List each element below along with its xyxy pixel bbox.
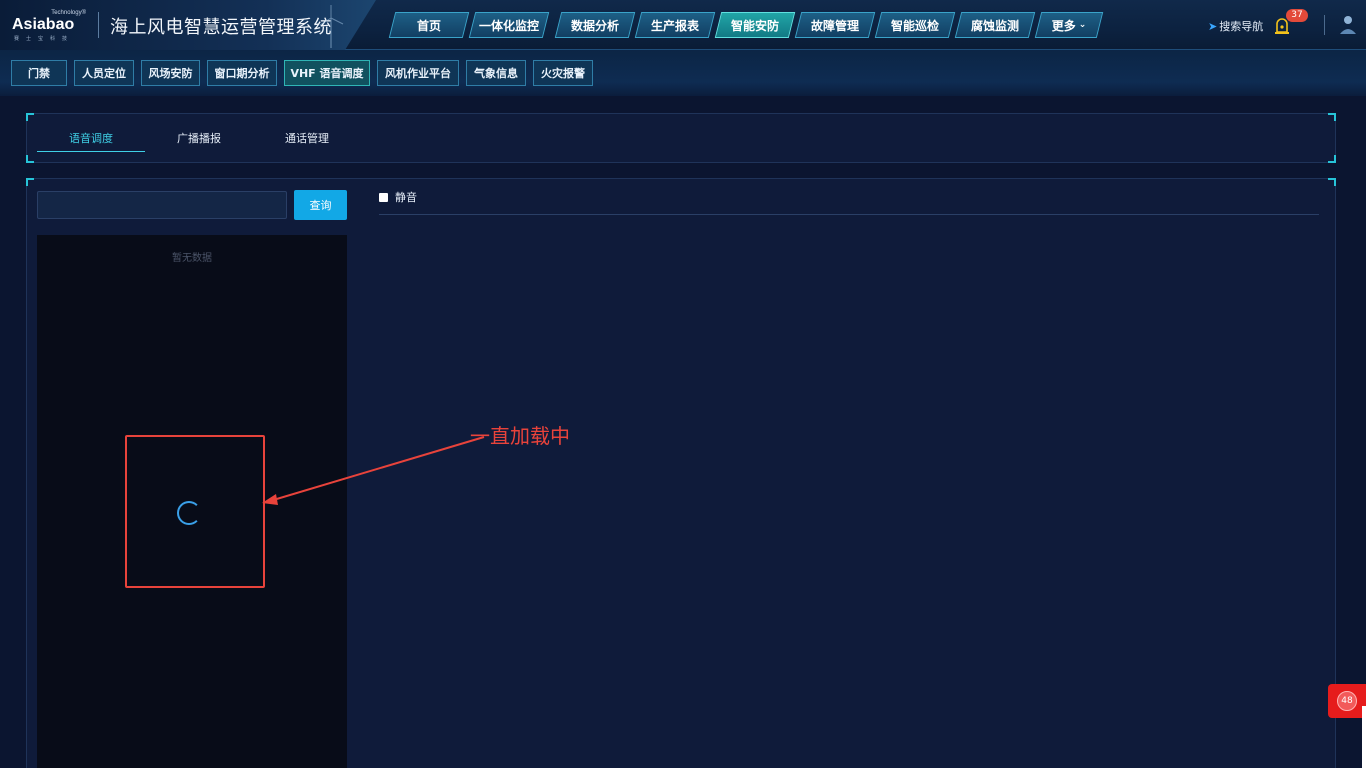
tab-call-management[interactable]: 通话管理 (253, 130, 361, 152)
corner-decoration (26, 178, 34, 186)
corner-decoration (1328, 178, 1336, 186)
company-logo[interactable]: Technology® Asiabao 赛士宝科技 (12, 10, 92, 42)
user-menu-icon[interactable] (1338, 14, 1358, 36)
corner-decoration (1328, 155, 1336, 163)
corner-decoration (26, 113, 34, 121)
search-input[interactable] (37, 191, 287, 219)
corner-decoration (1328, 113, 1336, 121)
wind-turbine-icon (319, 5, 344, 48)
nav-fault-management[interactable]: 故障管理 (798, 12, 872, 38)
empty-state-text: 暂无数据 (172, 253, 212, 264)
subnav-weather-info[interactable]: 气象信息 (466, 60, 526, 86)
mute-row: 静音 (379, 189, 1319, 215)
nav-more[interactable]: 更多 ⌄ (1038, 12, 1100, 38)
subnav-vhf-voice-dispatch[interactable]: VHF 语音调度 (284, 60, 370, 86)
logo-sub-text: 赛士宝科技 (14, 36, 75, 42)
search-navigation-link[interactable]: ➤ 搜索导航 (1208, 18, 1263, 34)
subnav-turbine-work-platform[interactable]: 风机作业平台 (377, 60, 459, 86)
header-separator (1324, 15, 1325, 35)
annotation-text: 一直加载中 (470, 424, 570, 448)
subnav-personnel-positioning[interactable]: 人员定位 (74, 60, 134, 86)
corner-decoration (26, 155, 34, 163)
query-button[interactable]: 查询 (294, 190, 347, 220)
nav-smart-security[interactable]: 智能安防 (718, 12, 792, 38)
subnav-access-control[interactable]: 门禁 (11, 60, 67, 86)
nav-production-report[interactable]: 生产报表 (638, 12, 712, 38)
nav-data-analysis[interactable]: 数据分析 (558, 12, 632, 38)
alarm-count-badge: 37 (1286, 9, 1308, 22)
tab-panel: 语音调度 广播播报 通话管理 (26, 113, 1336, 163)
chevron-down-icon: ⌄ (1078, 20, 1087, 30)
nav-home[interactable]: 首页 (392, 12, 466, 38)
system-title: 海上风电智慧运营管理系统 (110, 17, 332, 38)
subnav-fire-alarm[interactable]: 火灾报警 (533, 60, 593, 86)
tab-broadcast[interactable]: 广播播报 (145, 130, 253, 152)
annotation-highlight-box (125, 435, 265, 588)
sub-navigation: 门禁 人员定位 风场安防 窗口期分析 VHF 语音调度 风机作业平台 气象信息 … (0, 50, 1366, 96)
subnav-wind-farm-security[interactable]: 风场安防 (141, 60, 200, 86)
top-header: Technology® Asiabao 赛士宝科技 海上风电智慧运营管理系统 首… (0, 0, 1366, 50)
subnav-window-period-analysis[interactable]: 窗口期分析 (207, 60, 277, 86)
tab-voice-dispatch[interactable]: 语音调度 (37, 130, 145, 152)
nav-smart-inspection[interactable]: 智能巡检 (878, 12, 952, 38)
floating-feedback-button[interactable]: 48 (1328, 684, 1366, 718)
nav-integrated-monitoring[interactable]: 一体化监控 (472, 12, 546, 38)
floating-side-strip (1362, 706, 1366, 768)
mute-label: 静音 (395, 191, 417, 204)
logo-divider (98, 12, 99, 38)
paper-plane-icon: ➤ (1208, 19, 1218, 33)
logo-brand-text: Asiabao (12, 16, 75, 33)
search-nav-label: 搜索导航 (1219, 20, 1264, 33)
nav-corrosion-monitoring[interactable]: 腐蚀监测 (958, 12, 1032, 38)
mute-checkbox[interactable] (379, 193, 388, 202)
floating-count-badge: 48 (1337, 691, 1357, 711)
